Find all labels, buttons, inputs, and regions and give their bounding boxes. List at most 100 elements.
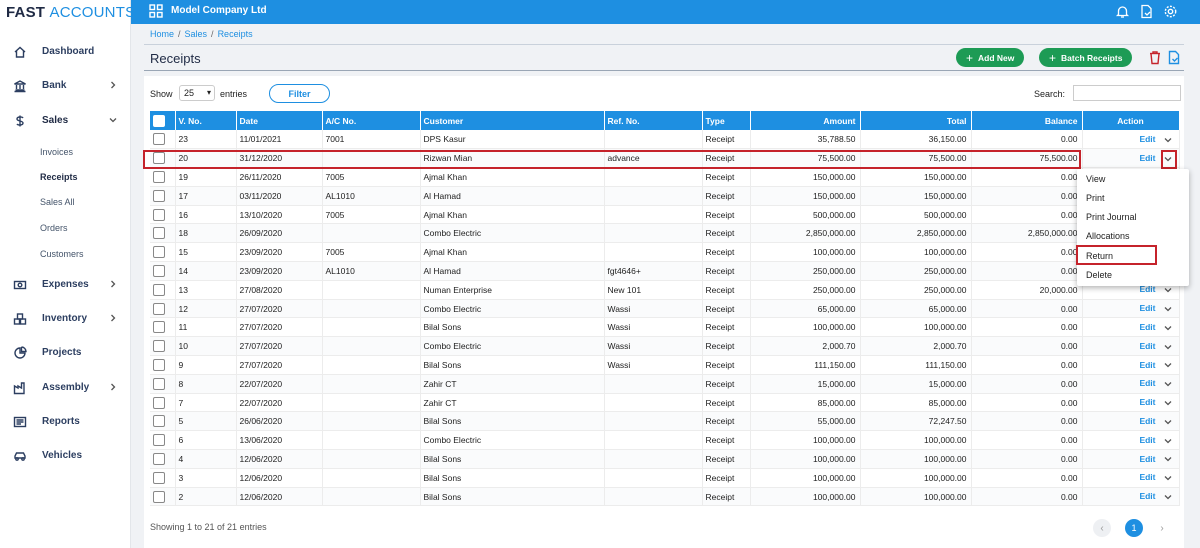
edit-link[interactable]: Edit xyxy=(1139,472,1155,482)
edit-link[interactable]: Edit xyxy=(1139,416,1155,426)
table-row[interactable]: 16 13/10/2020 7005 Ajmal Khan Receipt 500,000… xyxy=(150,205,1180,225)
select-all-checkbox[interactable] xyxy=(150,111,176,130)
row-checkbox[interactable] xyxy=(150,468,176,488)
table-row[interactable]: 13 27/08/2020 Numan Enterprise New 101 Recei… xyxy=(150,280,1180,300)
table-row[interactable]: 14 23/09/2020 AL1010 Al Hamad fgt4646+ Receip… xyxy=(150,261,1180,281)
row-checkbox[interactable] xyxy=(150,186,176,206)
table-row[interactable]: 2 12/06/2020 Bilal Sons Receipt 100,000.00 10… xyxy=(150,487,1180,507)
search-input[interactable] xyxy=(1073,85,1181,101)
menu-item-print-journal[interactable]: Print Journal xyxy=(1086,212,1137,222)
row-checkbox[interactable] xyxy=(150,336,176,357)
action-dropdown-toggle-icon[interactable] xyxy=(1163,398,1173,408)
col-total[interactable]: Total xyxy=(860,111,972,130)
table-row[interactable]: 15 23/09/2020 7005 Ajmal Khan Receipt 100,000… xyxy=(150,242,1180,263)
table-row[interactable]: 3 12/06/2020 Bilal Sons Receipt 100,000.00 10… xyxy=(150,468,1180,488)
row-checkbox[interactable] xyxy=(150,374,176,394)
row-checkbox[interactable] xyxy=(150,242,176,263)
table-row[interactable]: 10 27/07/2020 Combo Electric Wassi Receipt 2,… xyxy=(150,336,1180,357)
table-row[interactable]: 12 27/07/2020 Combo Electric Wassi Receipt 65… xyxy=(150,299,1180,319)
edit-link[interactable]: Edit xyxy=(1139,360,1155,370)
action-dropdown-toggle-icon[interactable] xyxy=(1163,342,1173,352)
entries-per-page-select[interactable]: 25 ▾ xyxy=(179,85,215,101)
edit-link[interactable]: Edit xyxy=(1139,134,1155,144)
table-row[interactable]: 6 13/06/2020 Combo Electric Receipt 100,000.… xyxy=(150,430,1180,451)
col-amount[interactable]: Amount xyxy=(750,111,861,130)
action-dropdown-toggle-icon[interactable] xyxy=(1163,473,1173,483)
sidebar-item-sales[interactable]: Sales xyxy=(0,109,131,133)
edit-link[interactable]: Edit xyxy=(1139,397,1155,407)
export-icon[interactable] xyxy=(1167,50,1181,65)
apps-grid-icon[interactable] xyxy=(149,4,163,18)
sidebar-subitem-orders[interactable]: Orders xyxy=(40,223,68,233)
row-checkbox[interactable] xyxy=(150,487,176,507)
row-checkbox[interactable] xyxy=(150,411,176,432)
edit-link[interactable]: Edit xyxy=(1139,491,1155,501)
pagination-prev-button[interactable]: ‹ xyxy=(1093,519,1111,537)
row-checkbox[interactable] xyxy=(150,205,176,225)
action-dropdown-toggle-icon[interactable] xyxy=(1163,304,1173,314)
row-checkbox[interactable] xyxy=(150,261,176,281)
edit-link[interactable]: Edit xyxy=(1139,153,1155,163)
sidebar-item-reports[interactable]: Reports xyxy=(0,410,131,434)
company-name[interactable]: Model Company Ltd xyxy=(171,5,267,16)
action-dropdown-toggle-icon[interactable] xyxy=(1163,417,1173,427)
app-logo[interactable]: FAST ACCOUNTS xyxy=(6,4,135,21)
row-checkbox[interactable] xyxy=(150,393,176,413)
row-checkbox[interactable] xyxy=(150,430,176,451)
edit-link[interactable]: Edit xyxy=(1139,378,1155,388)
col-date[interactable]: Date xyxy=(236,111,323,130)
row-checkbox[interactable] xyxy=(150,299,176,319)
action-dropdown-toggle-icon[interactable] xyxy=(1163,379,1173,389)
action-dropdown-toggle-icon[interactable] xyxy=(1163,323,1173,333)
filter-button[interactable]: Filter xyxy=(269,84,330,103)
add-new-button[interactable]: + Add New xyxy=(956,48,1025,67)
pagination-page-1[interactable]: 1 xyxy=(1125,519,1143,537)
sidebar-item-projects[interactable]: Projects xyxy=(0,341,131,365)
sidebar-item-vehicles[interactable]: Vehicles xyxy=(0,444,131,468)
action-dropdown-toggle-icon[interactable] xyxy=(1163,454,1173,464)
row-checkbox[interactable] xyxy=(150,167,176,187)
table-row[interactable]: 18 26/09/2020 Combo Electric Receipt 2,850,0… xyxy=(150,223,1180,244)
sidebar-subitem-customers[interactable]: Customers xyxy=(40,249,84,259)
sidebar-subitem-receipts[interactable]: Receipts xyxy=(40,172,78,182)
row-checkbox[interactable] xyxy=(150,449,176,469)
edit-link[interactable]: Edit xyxy=(1139,435,1155,445)
col-acno[interactable]: A/C No. xyxy=(322,111,421,130)
sidebar-subitem-sales-all[interactable]: Sales All xyxy=(40,197,75,207)
action-dropdown-toggle-icon[interactable] xyxy=(1163,135,1173,145)
edit-link[interactable]: Edit xyxy=(1139,322,1155,332)
edit-link[interactable]: Edit xyxy=(1139,303,1155,313)
table-row[interactable]: 7 22/07/2020 Zahir CT Receipt 85,000.00 85,00… xyxy=(150,393,1180,413)
breadcrumb-home[interactable]: Home xyxy=(150,29,174,39)
edit-link[interactable]: Edit xyxy=(1139,454,1155,464)
table-row[interactable]: 8 22/07/2020 Zahir CT Receipt 15,000.00 15,00… xyxy=(150,374,1180,394)
export-document-icon[interactable] xyxy=(1139,4,1154,19)
sidebar-item-bank[interactable]: Bank xyxy=(0,74,131,98)
delete-icon[interactable] xyxy=(1148,50,1162,65)
sidebar-item-dashboard[interactable]: Dashboard xyxy=(0,40,131,64)
row-checkbox[interactable] xyxy=(150,130,176,150)
menu-item-view[interactable]: View xyxy=(1086,174,1105,184)
col-customer[interactable]: Customer xyxy=(420,111,605,130)
action-dropdown-toggle-icon[interactable] xyxy=(1163,492,1173,502)
menu-item-allocations[interactable]: Allocations xyxy=(1086,231,1130,241)
col-type[interactable]: Type xyxy=(702,111,751,130)
table-row[interactable]: 4 12/06/2020 Bilal Sons Receipt 100,000.00 10… xyxy=(150,449,1180,469)
table-row[interactable]: 11 27/07/2020 Bilal Sons Wassi Receipt 100,00… xyxy=(150,317,1180,338)
menu-item-delete[interactable]: Delete xyxy=(1086,270,1112,280)
bell-icon[interactable] xyxy=(1115,4,1130,19)
col-vno[interactable]: V. No. xyxy=(175,111,237,130)
table-row[interactable]: 17 03/11/2020 AL1010 Al Hamad Receipt 150,000… xyxy=(150,186,1180,206)
breadcrumb-sales[interactable]: Sales xyxy=(185,29,208,39)
sidebar-subitem-invoices[interactable]: Invoices xyxy=(40,147,73,157)
sidebar-item-inventory[interactable]: Inventory xyxy=(0,307,131,331)
table-row[interactable]: 19 26/11/2020 7005 Ajmal Khan Receipt 150,000… xyxy=(150,167,1180,187)
action-dropdown-toggle-icon[interactable] xyxy=(1163,436,1173,446)
row-checkbox[interactable] xyxy=(150,223,176,244)
edit-link[interactable]: Edit xyxy=(1139,341,1155,351)
sidebar-item-assembly[interactable]: Assembly xyxy=(0,376,131,400)
table-row[interactable]: 9 27/07/2020 Bilal Sons Wassi Receipt 111,150… xyxy=(150,355,1180,375)
menu-item-print[interactable]: Print xyxy=(1086,193,1105,203)
action-dropdown-toggle-icon[interactable] xyxy=(1163,360,1173,370)
pagination-next-button[interactable]: › xyxy=(1153,519,1171,537)
